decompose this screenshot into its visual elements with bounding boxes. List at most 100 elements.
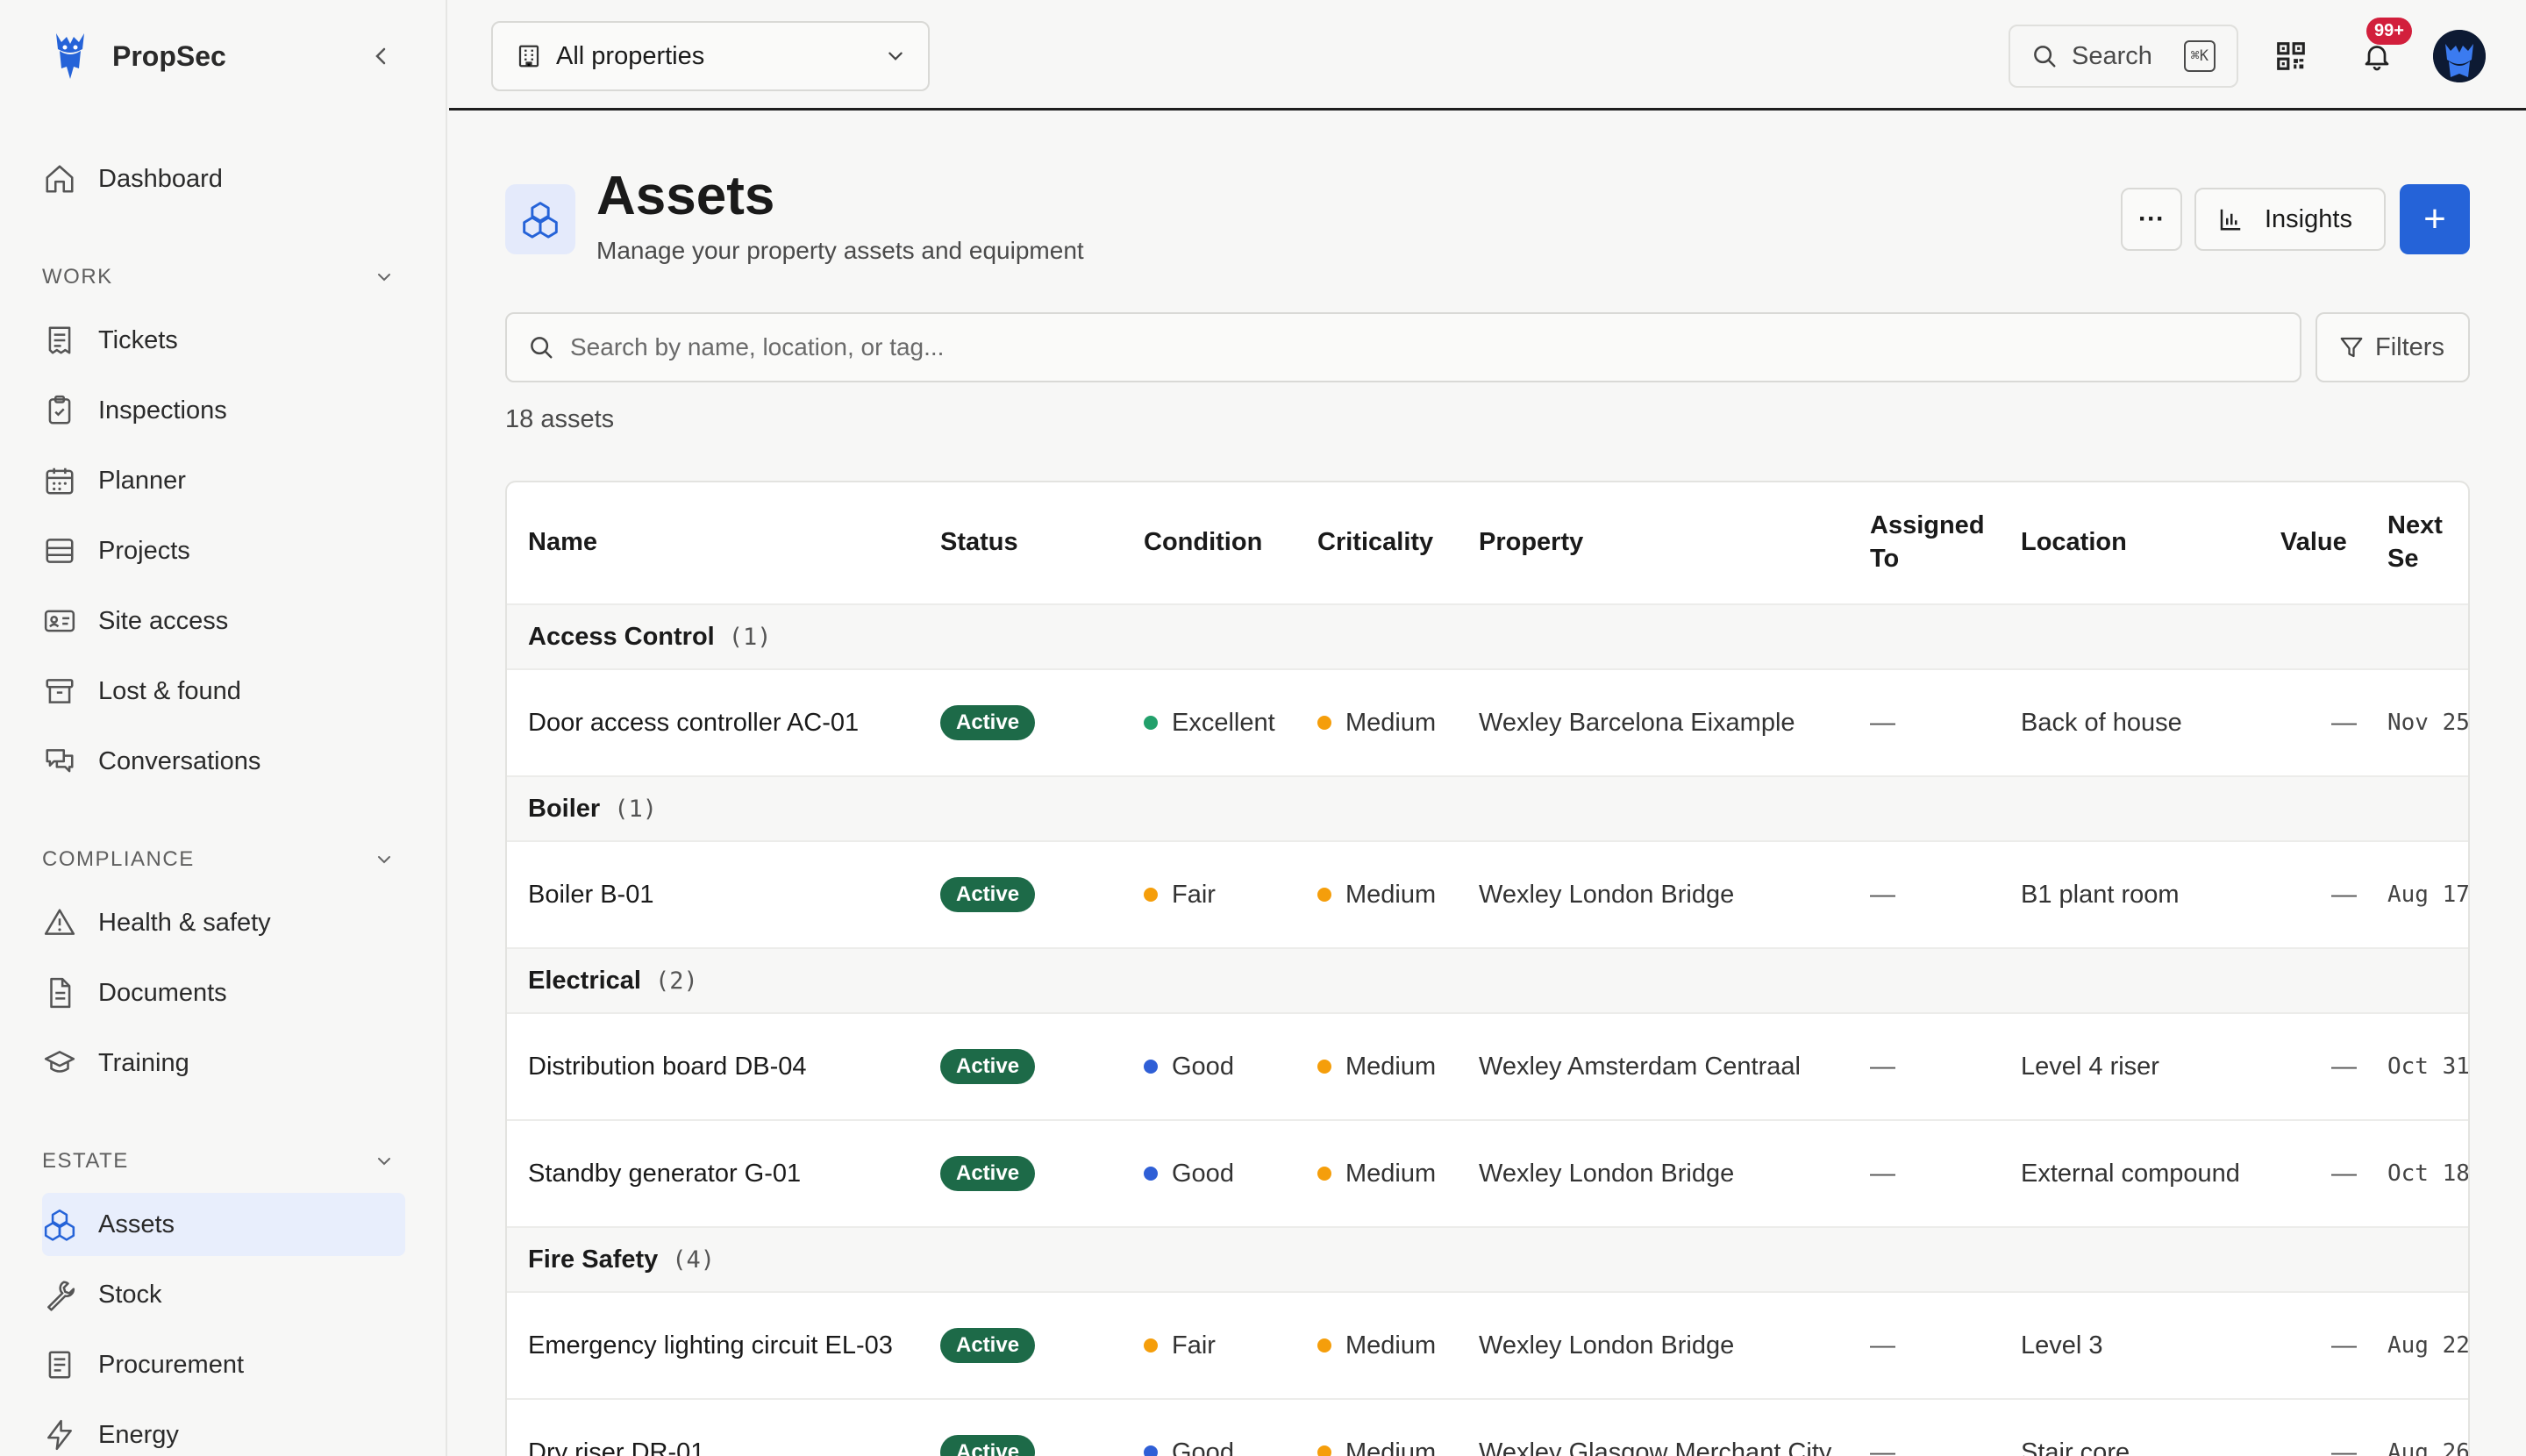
qr-code-button[interactable] [2270, 35, 2312, 77]
cell-status: Active [940, 1400, 1036, 1456]
cell-value: — [2331, 1159, 2357, 1188]
cell-location: External compound [2021, 1159, 2240, 1188]
sidebar-item-label: Stock [98, 1280, 162, 1309]
cell-next-service: Oct 18 [2387, 1160, 2470, 1187]
user-avatar-icon [2433, 30, 2486, 82]
sidebar-item-documents[interactable]: Documents [42, 961, 405, 1024]
table-row[interactable]: Dry riser DR-01 Active Good Medium Wexle… [507, 1398, 2468, 1456]
cell-condition: Good [1144, 1121, 1234, 1226]
condition-label: Excellent [1172, 708, 1275, 737]
group-row-electrical[interactable]: Electrical (2) [507, 947, 2468, 1012]
add-asset-button[interactable]: + [2400, 184, 2470, 254]
group-row-fire-safety[interactable]: Fire Safety (4) [507, 1226, 2468, 1291]
insights-button[interactable]: Insights [2194, 188, 2386, 251]
sidebar-item-label: Tickets [98, 325, 178, 354]
wrench-icon [47, 1281, 75, 1311]
filters-button[interactable]: Filters [2316, 312, 2470, 382]
sidebar-item-inspections[interactable]: Inspections [42, 379, 405, 442]
column-header-next-service[interactable]: Next Se [2387, 482, 2468, 603]
condition-label: Good [1172, 1159, 1234, 1188]
cell-assigned: — [1870, 880, 1895, 909]
column-header-property[interactable]: Property [1479, 482, 1583, 603]
more-options-button[interactable]: ··· [2121, 188, 2182, 251]
group-row-boiler[interactable]: Boiler (1) [507, 775, 2468, 840]
qr-code-icon [2277, 42, 2305, 70]
section-label: WORK [42, 265, 113, 289]
cell-property: Wexley Barcelona Eixample [1479, 708, 1795, 737]
document-icon [50, 977, 71, 1009]
sidebar-item-planner[interactable]: Planner [42, 449, 405, 512]
sidebar-item-projects[interactable]: Projects [42, 519, 405, 582]
table-row[interactable]: Emergency lighting circuit EL-03 Active … [507, 1291, 2468, 1398]
group-name: Boiler [528, 794, 601, 823]
avatar[interactable] [2433, 30, 2486, 82]
sidebar-item-training[interactable]: Training [42, 1031, 405, 1095]
cell-status: Active [940, 1121, 1036, 1226]
cell-name: Boiler B-01 [528, 880, 654, 909]
property-selector[interactable]: All properties [491, 21, 930, 91]
criticality-label: Medium [1345, 880, 1437, 909]
section-work-header[interactable]: WORK [42, 260, 393, 295]
page-icon [505, 184, 575, 254]
cell-property: Wexley London Bridge [1479, 1159, 1735, 1188]
column-header-status[interactable]: Status [940, 482, 1018, 603]
column-header-assigned-to[interactable]: Assigned To [1870, 482, 1985, 603]
cell-condition: Fair [1144, 1293, 1216, 1398]
sidebar-item-conversations[interactable]: Conversations [42, 730, 405, 793]
column-header-condition[interactable]: Condition [1144, 482, 1262, 603]
cell-name: Standby generator G-01 [528, 1159, 802, 1188]
condition-dot [1144, 888, 1158, 902]
cell-name: Door access controller AC-01 [528, 708, 860, 737]
criticality-label: Medium [1345, 708, 1437, 737]
group-row-access-control[interactable]: Access Control (1) [507, 603, 2468, 668]
brand[interactable]: PropSec [49, 30, 226, 82]
sidebar-item-label: Site access [98, 606, 229, 635]
global-search-button[interactable]: Search ⌘K [2009, 25, 2238, 88]
column-header-location[interactable]: Location [2021, 482, 2127, 603]
table-row[interactable]: Distribution board DB-04 Active Good Med… [507, 1012, 2468, 1119]
column-header-value[interactable]: Value [2280, 482, 2347, 603]
criticality-dot [1317, 888, 1331, 902]
chevron-down-icon [378, 1158, 390, 1166]
cell-assigned: — [1870, 1052, 1895, 1081]
column-header-name[interactable]: Name [528, 482, 597, 603]
sidebar-item-health-safety[interactable]: Health & safety [42, 891, 405, 954]
sidebar-item-lost-found[interactable]: Lost & found [42, 660, 405, 723]
chevron-down-icon [378, 856, 390, 864]
brand-logo-icon [56, 33, 84, 79]
asset-search-input[interactable] [570, 333, 2237, 361]
topbar: All properties Search ⌘K [449, 0, 2526, 111]
group-count: (4) [672, 1245, 716, 1274]
criticality-dot [1317, 1338, 1331, 1353]
sidebar-item-energy[interactable]: Energy [42, 1403, 405, 1456]
condition-label: Good [1172, 1438, 1234, 1456]
chevron-left-icon [375, 47, 386, 65]
cell-property: Wexley London Bridge [1479, 1331, 1735, 1360]
sidebar-item-label: Planner [98, 466, 186, 495]
section-estate-header[interactable]: ESTATE [42, 1144, 393, 1179]
cell-criticality: Medium [1317, 1121, 1436, 1226]
sidebar-item-label: Procurement [98, 1350, 245, 1379]
search-shortcut: ⌘K [2183, 40, 2216, 72]
condition-dot [1144, 1060, 1158, 1074]
sidebar-item-stock[interactable]: Stock [42, 1263, 405, 1326]
cell-name: Emergency lighting circuit EL-03 [528, 1331, 893, 1360]
sidebar-item-procurement[interactable]: Procurement [42, 1333, 405, 1396]
collapse-sidebar-button[interactable] [367, 39, 395, 74]
table-row[interactable]: Door access controller AC-01 Active Exce… [507, 668, 2468, 775]
sidebar-item-site-access[interactable]: Site access [42, 589, 405, 653]
funnel-icon [2340, 337, 2363, 358]
section-compliance-header[interactable]: COMPLIANCE [42, 842, 393, 877]
sidebar-item-dashboard[interactable]: Dashboard [42, 147, 405, 211]
table-row[interactable]: Standby generator G-01 Active Good Mediu… [507, 1119, 2470, 1226]
cell-condition: Excellent [1144, 670, 1275, 775]
criticality-label: Medium [1345, 1052, 1437, 1081]
cell-status: Active [940, 670, 1036, 775]
cell-criticality: Medium [1317, 1293, 1436, 1398]
sidebar-item-tickets[interactable]: Tickets [42, 309, 405, 372]
status-badge: Active [940, 1049, 1036, 1084]
column-header-criticality[interactable]: Criticality [1317, 482, 1433, 603]
sidebar-item-assets[interactable]: Assets [42, 1193, 405, 1256]
table-row[interactable]: Boiler B-01 Active Fair Medium Wexley Lo… [507, 840, 2468, 947]
id-card-icon [44, 610, 75, 632]
